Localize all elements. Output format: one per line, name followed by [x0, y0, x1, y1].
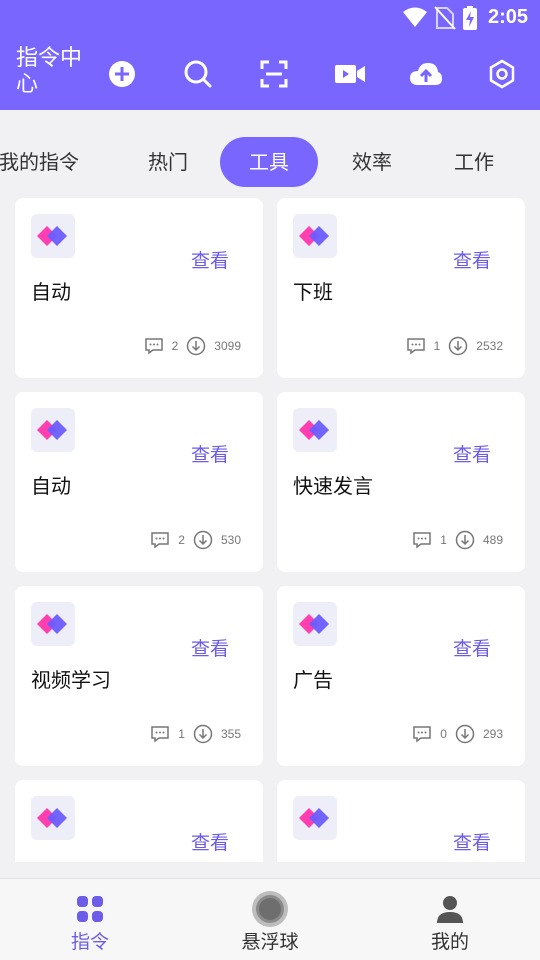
status-time: 2:05	[487, 6, 528, 28]
settings-hexagon-icon[interactable]	[484, 56, 520, 92]
command-card[interactable]: 查看	[277, 780, 525, 862]
card-title: 自动	[31, 474, 71, 498]
video-icon[interactable]	[332, 56, 368, 92]
nav-commands[interactable]: 指令	[0, 879, 180, 960]
card-stats: 2 530	[150, 530, 241, 550]
status-bar: 2:05	[0, 0, 540, 36]
view-button[interactable]: 查看	[453, 828, 491, 855]
floating-ball-icon	[250, 889, 290, 929]
command-card[interactable]: 查看 自动 2 530	[15, 392, 263, 572]
app-logo-icon	[293, 408, 337, 452]
command-card[interactable]: 查看 自动 2 3099	[15, 198, 263, 378]
download-count: 530	[220, 533, 241, 547]
tab-my-commands[interactable]: 我的指令	[0, 137, 100, 187]
add-circle-icon[interactable]	[104, 56, 140, 92]
download-count: 489	[482, 533, 503, 547]
nav-floating-ball[interactable]: 悬浮球	[180, 879, 360, 960]
card-stats: 1 2532	[406, 336, 503, 356]
tab-efficiency[interactable]: 效率	[322, 137, 422, 187]
command-grid: 查看 自动 2 3099 查看 下班 1 2532 查看 自动 2 530 查看…	[0, 196, 540, 862]
cloud-upload-icon[interactable]	[408, 56, 444, 92]
view-button[interactable]: 查看	[453, 246, 491, 273]
card-stats: 1 489	[412, 530, 503, 550]
person-icon	[430, 889, 470, 929]
comment-count: 1	[433, 339, 441, 353]
app-logo-icon	[31, 214, 75, 258]
nav-label: 指令	[70, 931, 109, 953]
download-icon	[193, 724, 213, 744]
comment-icon	[406, 337, 426, 355]
download-icon	[448, 336, 468, 356]
app-logo-icon	[293, 214, 337, 258]
app-logo-icon	[31, 602, 75, 646]
download-count: 3099	[214, 339, 241, 353]
bottom-navigation: 指令 悬浮球 我的	[0, 878, 540, 960]
download-count: 2532	[476, 339, 503, 353]
comment-count: 1	[440, 533, 447, 547]
view-button[interactable]: 查看	[191, 634, 229, 661]
command-card[interactable]: 查看 下班 1 2532	[277, 198, 525, 378]
comment-icon	[144, 337, 164, 355]
card-title: 视频学习	[31, 668, 111, 692]
command-card[interactable]: 查看	[15, 780, 263, 862]
search-icon[interactable]	[180, 56, 216, 92]
card-stats: 2 3099	[144, 336, 241, 356]
view-button[interactable]: 查看	[191, 246, 229, 273]
comment-count: 2	[171, 339, 179, 353]
app-logo-icon	[293, 796, 337, 840]
download-icon	[193, 530, 213, 550]
tab-work[interactable]: 工作	[424, 137, 524, 187]
card-title: 下班	[293, 280, 333, 304]
grid-apps-icon	[70, 889, 110, 929]
comment-count: 1	[178, 727, 185, 741]
download-count: 293	[482, 727, 503, 741]
nav-profile[interactable]: 我的	[360, 879, 540, 960]
command-card[interactable]: 查看 快速发言 1 489	[277, 392, 525, 572]
no-sim-icon	[434, 6, 456, 34]
battery-icon	[462, 6, 478, 34]
download-icon	[455, 724, 475, 744]
download-icon	[186, 336, 206, 356]
app-logo-icon	[31, 796, 75, 840]
comment-icon	[412, 725, 432, 743]
view-button[interactable]: 查看	[191, 440, 229, 467]
page-title: 指令中心	[16, 46, 83, 97]
download-count: 355	[220, 727, 241, 741]
tab-tools[interactable]: 工具	[220, 137, 318, 187]
download-icon	[455, 530, 475, 550]
card-title: 广告	[293, 668, 333, 692]
view-button[interactable]: 查看	[453, 440, 491, 467]
comment-count: 2	[178, 533, 185, 547]
app-logo-icon	[293, 602, 337, 646]
command-card[interactable]: 查看 广告 0 293	[277, 586, 525, 766]
category-tabs: 我的指令 热门 工具 效率 工作	[0, 110, 540, 196]
view-button[interactable]: 查看	[191, 828, 229, 855]
nav-label: 我的	[430, 931, 469, 953]
comment-count: 0	[440, 727, 447, 741]
comment-icon	[150, 531, 170, 549]
wifi-icon	[402, 6, 428, 32]
app-logo-icon	[31, 408, 75, 452]
command-card[interactable]: 查看 视频学习 1 355	[15, 586, 263, 766]
card-title: 自动	[31, 280, 71, 304]
view-button[interactable]: 查看	[453, 634, 491, 661]
nav-label: 悬浮球	[241, 931, 299, 953]
scan-icon[interactable]	[256, 56, 292, 92]
comment-icon	[412, 531, 432, 549]
card-stats: 0 293	[412, 724, 503, 744]
card-title: 快速发言	[293, 474, 373, 498]
app-header: 2:05 指令中心	[0, 0, 540, 110]
card-stats: 1 355	[150, 724, 241, 744]
comment-icon	[150, 725, 170, 743]
tab-hot[interactable]: 热门	[118, 137, 218, 187]
